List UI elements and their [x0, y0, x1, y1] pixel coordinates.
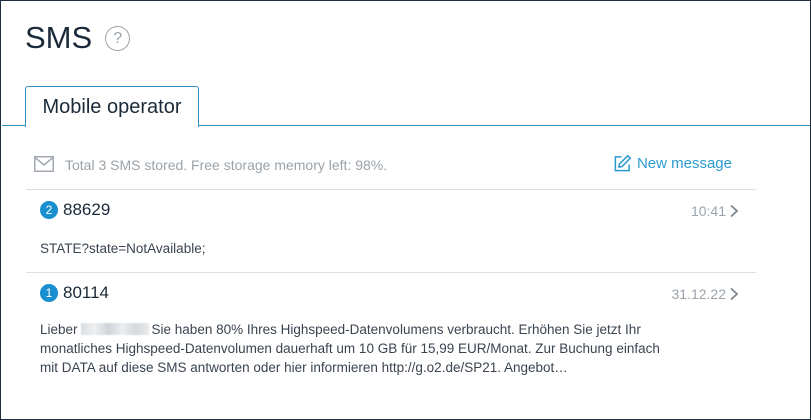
- storage-status-text: Total 3 SMS stored. Free storage memory …: [65, 157, 388, 173]
- page-header: SMS ?: [25, 20, 131, 55]
- message-preview-text: STATE?state=NotAvailable;: [40, 241, 206, 256]
- message-preview: STATE?state=NotAvailable;: [40, 239, 680, 258]
- page-title: SMS: [25, 20, 93, 55]
- mail-icon: [34, 156, 54, 172]
- sms-toolbar: Total 3 SMS stored. Free storage memory …: [34, 153, 756, 177]
- message-preview-salutation: Lieber: [40, 322, 78, 337]
- new-message-label: New message: [636, 155, 732, 172]
- tab-mobile-operator[interactable]: Mobile operator: [25, 86, 199, 127]
- chevron-right-icon: [730, 287, 739, 301]
- chevron-right-icon: [730, 204, 739, 218]
- edit-icon: [614, 154, 632, 172]
- new-message-button[interactable]: New message: [613, 154, 732, 173]
- message-sender: 88629: [63, 200, 111, 219]
- help-circle-icon[interactable]: ?: [105, 25, 131, 51]
- message-header: 1 80114: [40, 283, 109, 303]
- message-time: 10:41: [690, 203, 726, 219]
- unread-count-badge: 2: [40, 201, 58, 219]
- message-preview: Lieber Sie haben 80% Ihres Highspeed-Date…: [40, 320, 680, 377]
- message-header: 2 88629: [40, 200, 110, 220]
- redacted-name: [80, 323, 149, 335]
- message-item[interactable]: 1 80114 31.12.22 Lieber Sie haben 80% Ihr…: [26, 273, 756, 383]
- unread-count-badge: 1: [40, 284, 58, 302]
- sms-panel: SMS ? Mobile operator Total 3 SMS stored…: [0, 0, 811, 420]
- message-time: 31.12.22: [671, 286, 727, 302]
- message-item[interactable]: 2 88629 10:41 STATE?state=NotAvailable;: [26, 190, 756, 272]
- message-sender: 80114: [63, 283, 110, 302]
